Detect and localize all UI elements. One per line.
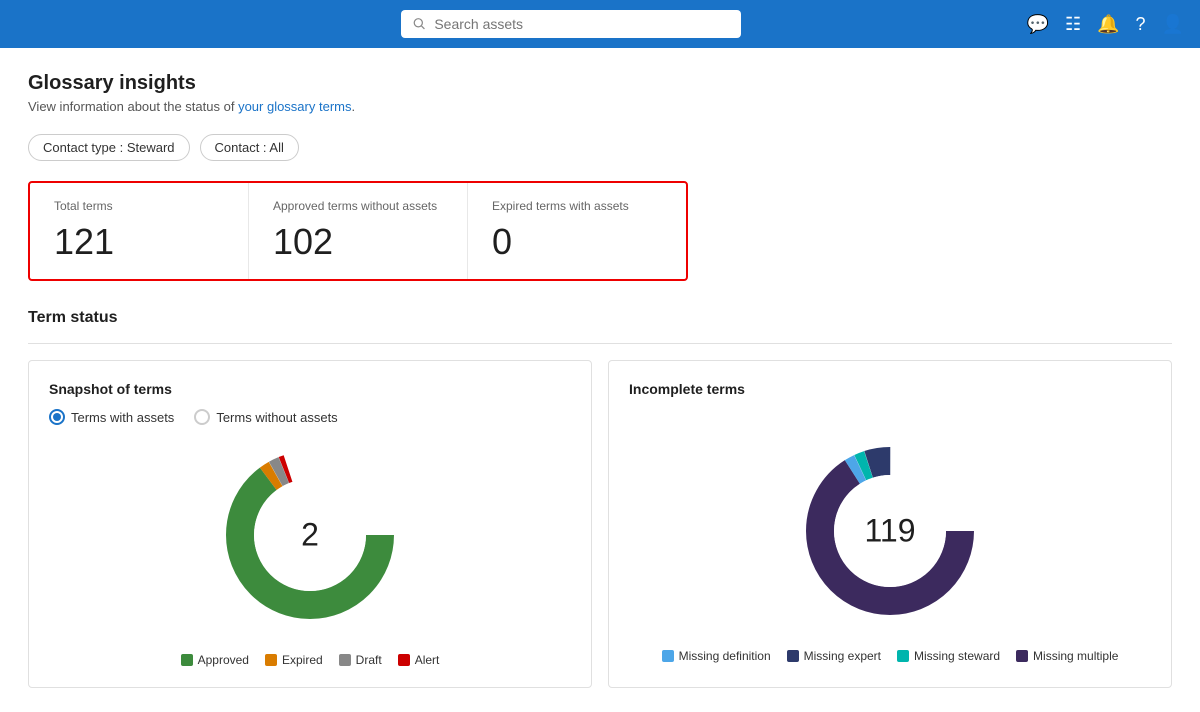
legend-missing-def: Missing definition: [662, 649, 771, 663]
legend-draft: Draft: [339, 653, 382, 667]
bell-icon[interactable]: 🔔: [1097, 14, 1119, 35]
incomplete-center-value: 119: [864, 513, 915, 550]
incomplete-legend: Missing definition Missing expert Missin…: [662, 649, 1119, 663]
kpi-container: Total terms 121 Approved terms without a…: [28, 181, 688, 281]
snapshot-radio-group: Terms with assets Terms without assets: [49, 409, 571, 425]
kpi-expired-value: 0: [492, 221, 662, 263]
user-icon[interactable]: 👤: [1162, 14, 1184, 35]
legend-expired: Expired: [265, 653, 323, 667]
snapshot-title: Snapshot of terms: [49, 381, 571, 397]
approved-color: [181, 654, 193, 666]
expired-color: [265, 654, 277, 666]
kpi-approved-label: Approved terms without assets: [273, 199, 443, 213]
legend-approved: Approved: [181, 653, 249, 667]
page-subtitle: View information about the status of you…: [28, 99, 1172, 114]
incomplete-donut: 119: [800, 441, 980, 621]
nav-icons: 💬 ☷ 🔔 ? 👤: [1027, 14, 1184, 35]
page-title: Glossary insights: [28, 72, 1172, 95]
contact-filter[interactable]: Contact : All: [200, 134, 299, 161]
incomplete-card: Incomplete terms: [608, 360, 1172, 688]
expired-label: Expired: [282, 653, 323, 667]
kpi-total-value: 121: [54, 221, 224, 263]
draft-label: Draft: [356, 653, 382, 667]
missing-expert-label: Missing expert: [804, 649, 881, 663]
incomplete-donut-container: 119 Missing definition Missing expert: [629, 441, 1151, 663]
term-status-section: Term status Snapshot of terms Terms with…: [28, 309, 1172, 688]
kpi-expired-label: Expired terms with assets: [492, 199, 662, 213]
snapshot-center-value: 2: [301, 517, 319, 554]
incomplete-title: Incomplete terms: [629, 381, 1151, 397]
feedback-icon[interactable]: 💬: [1027, 14, 1049, 35]
terms-without-assets-radio[interactable]: [194, 409, 210, 425]
snapshot-legend: Approved Expired Draft Alert: [181, 653, 440, 667]
kpi-approved-without-assets: Approved terms without assets 102: [249, 183, 468, 279]
search-input[interactable]: [434, 16, 729, 32]
contact-type-filter[interactable]: Contact type : Steward: [28, 134, 190, 161]
kpi-total-label: Total terms: [54, 199, 224, 213]
draft-color: [339, 654, 351, 666]
legend-missing-expert: Missing expert: [787, 649, 881, 663]
missing-expert-color: [787, 650, 799, 662]
filter-row: Contact type : Steward Contact : All: [28, 134, 1172, 161]
incomplete-spacer: [629, 409, 1151, 441]
missing-multiple-label: Missing multiple: [1033, 649, 1118, 663]
legend-missing-multiple: Missing multiple: [1016, 649, 1118, 663]
missing-steward-label: Missing steward: [914, 649, 1000, 663]
missing-def-label: Missing definition: [679, 649, 771, 663]
kpi-approved-value: 102: [273, 221, 443, 263]
snapshot-card: Snapshot of terms Terms with assets Term…: [28, 360, 592, 688]
missing-def-color: [662, 650, 674, 662]
terms-with-assets-radio[interactable]: [49, 409, 65, 425]
apps-icon[interactable]: ☷: [1065, 14, 1081, 35]
alert-color: [398, 654, 410, 666]
legend-missing-steward: Missing steward: [897, 649, 1000, 663]
help-icon[interactable]: ?: [1136, 14, 1146, 35]
search-bar[interactable]: [401, 10, 741, 38]
main-content: Glossary insights View information about…: [0, 48, 1200, 712]
terms-without-assets-label: Terms without assets: [216, 410, 337, 425]
top-navigation: 💬 ☷ 🔔 ? 👤: [0, 0, 1200, 48]
legend-alert: Alert: [398, 653, 440, 667]
kpi-total-terms: Total terms 121: [30, 183, 249, 279]
snapshot-donut-container: 2 Approved Expired Draft: [49, 445, 571, 667]
glossary-terms-link[interactable]: your glossary terms: [238, 99, 351, 114]
approved-label: Approved: [198, 653, 249, 667]
alert-label: Alert: [415, 653, 440, 667]
section-title: Term status: [28, 309, 1172, 327]
section-divider: [28, 343, 1172, 344]
charts-row: Snapshot of terms Terms with assets Term…: [28, 360, 1172, 688]
terms-without-assets-option[interactable]: Terms without assets: [194, 409, 337, 425]
terms-with-assets-label: Terms with assets: [71, 410, 174, 425]
page-header: Glossary insights View information about…: [28, 72, 1172, 114]
terms-with-assets-option[interactable]: Terms with assets: [49, 409, 174, 425]
kpi-expired-terms: Expired terms with assets 0: [468, 183, 686, 279]
snapshot-donut: 2: [220, 445, 400, 625]
search-icon: [413, 17, 426, 31]
missing-steward-color: [897, 650, 909, 662]
missing-multiple-color: [1016, 650, 1028, 662]
